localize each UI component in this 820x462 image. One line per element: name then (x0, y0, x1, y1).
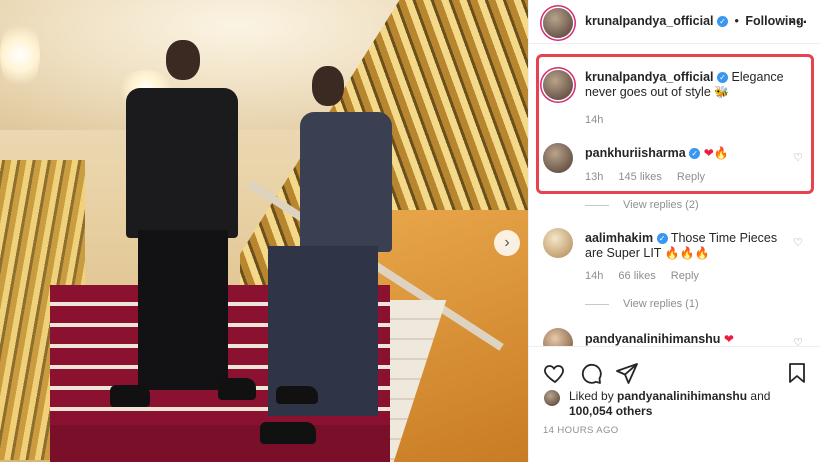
liked-by-username[interactable]: pandyanalinihimanshu (617, 389, 747, 403)
header-name-row: krunalpandya_official ✓ • Following (585, 14, 804, 28)
view-replies-label: View replies (1) (623, 298, 699, 310)
post-timestamp: 14 HOURS AGO (543, 425, 619, 436)
post-header: krunalpandya_official ✓ • Following ··· (529, 0, 820, 44)
share-paper-plane-icon[interactable] (615, 361, 639, 385)
comment-username[interactable]: aalimhakim (585, 231, 653, 245)
fire-emoji: 🔥 (694, 246, 710, 260)
view-replies-button[interactable]: View replies (2) (585, 199, 699, 211)
like-comment-heart-icon[interactable]: ♡ (793, 236, 803, 249)
comment-text: pandyanalinihimanshu ❤ (585, 332, 795, 347)
comment-meta: 14h 66 likes Reply (585, 270, 711, 282)
replies-divider (585, 204, 609, 206)
chandelier-left (0, 20, 40, 90)
author-username[interactable]: krunalpandya_official (585, 14, 714, 28)
more-options-icon[interactable]: ··· (790, 14, 809, 32)
post-photo[interactable]: › (0, 0, 528, 462)
commenter-avatar[interactable] (543, 228, 573, 258)
view-replies-button[interactable]: View replies (1) (585, 298, 699, 310)
fire-emoji: 🔥 (664, 246, 680, 260)
like-heart-icon[interactable] (543, 361, 567, 385)
liked-by-prefix: Liked by (569, 389, 614, 403)
fire-emoji: 🔥 (679, 246, 695, 260)
verified-badge-icon: ✓ (656, 233, 668, 245)
person-left (110, 40, 256, 420)
verified-badge-icon: ✓ (717, 16, 728, 28)
person-right (258, 66, 398, 446)
liked-by-text: Liked by pandyanalinihimanshu and 100,05… (569, 389, 770, 419)
liked-by-conjunction: and (750, 389, 771, 403)
red-heart-emoji: ❤ (723, 332, 734, 346)
comment-text: aalimhakim ✓ Those Time Pieces are Super… (585, 231, 795, 261)
liked-by-avatar[interactable] (544, 390, 560, 406)
author-avatar[interactable] (543, 8, 573, 38)
comment-time: 14h (585, 270, 604, 282)
comment-likes[interactable]: 66 likes (618, 270, 655, 282)
replies-divider (585, 303, 609, 305)
reply-button[interactable]: Reply (671, 270, 699, 282)
view-replies-label: View replies (2) (623, 199, 699, 211)
save-bookmark-icon[interactable] (785, 361, 809, 385)
next-image-button[interactable]: › (494, 230, 520, 256)
comment-username[interactable]: pandyanalinihimanshu (585, 332, 720, 346)
highlight-annotation-box (536, 54, 814, 194)
likes-count[interactable]: 100,054 others (569, 404, 652, 418)
header-separator: • (734, 14, 739, 28)
comment-bubble-icon[interactable] (579, 361, 603, 385)
